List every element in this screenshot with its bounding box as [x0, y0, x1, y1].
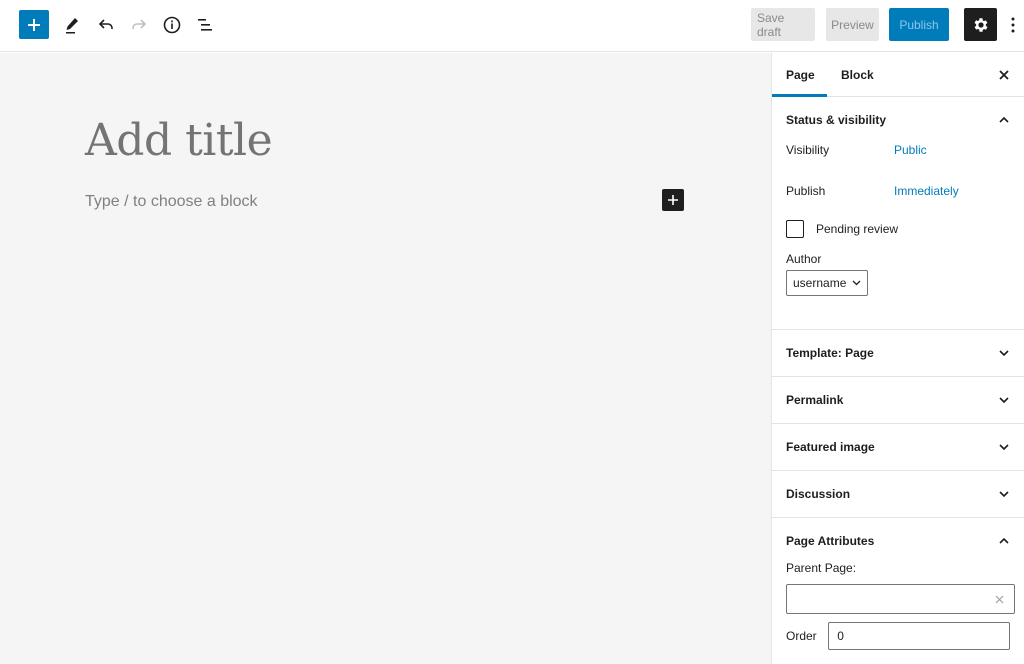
more-vertical-icon [1011, 17, 1015, 33]
redo-button[interactable] [124, 10, 154, 40]
close-sidebar-button[interactable] [994, 65, 1014, 85]
tab-page[interactable]: Page [772, 53, 827, 97]
panel-title: Status & visibility [786, 113, 887, 127]
order-value: 0 [837, 629, 844, 643]
add-block-button[interactable] [19, 10, 49, 39]
panel-discussion: Discussion [772, 471, 1024, 518]
panel-title: Permalink [786, 393, 844, 407]
tab-block[interactable]: Block [827, 53, 888, 97]
panel-featured-image: Featured image [772, 424, 1024, 471]
chevron-down-icon [999, 350, 1009, 357]
pending-review-label: Pending review [816, 222, 899, 236]
settings-sidebar: Page Block Status & visibility Visibilit… [771, 53, 1024, 664]
editor-canvas: Add title Type / to choose a block [0, 53, 771, 664]
pending-review-checkbox[interactable] [786, 220, 804, 238]
panel-title: Template: Page [786, 346, 874, 360]
inline-add-block-button[interactable] [662, 189, 684, 211]
details-button[interactable] [157, 10, 187, 40]
panel-page-attributes: Page Attributes Parent Page: Order 0 [772, 518, 1024, 650]
publish-button[interactable]: Publish [889, 8, 949, 41]
panel-toggle[interactable]: Page Attributes [772, 518, 1024, 564]
order-row: Order 0 [772, 622, 1024, 650]
publish-date-toggle[interactable]: Immediately [894, 184, 959, 198]
chevron-down-icon [999, 491, 1009, 498]
info-icon [163, 16, 181, 34]
chevron-up-icon [999, 116, 1009, 123]
panel-title: Featured image [786, 440, 875, 454]
author-label: Author [786, 252, 822, 266]
preview-button[interactable]: Preview [826, 8, 879, 41]
panel-status-visibility: Status & visibility Visibility Public Pu… [772, 97, 1024, 330]
publish-row: Publish Immediately [772, 181, 1024, 201]
panel-title: Page Attributes [786, 534, 875, 548]
order-label: Order [786, 629, 817, 643]
visibility-label: Visibility [786, 143, 830, 157]
list-view-button[interactable] [190, 10, 220, 40]
parent-page-field-wrap [772, 584, 1024, 614]
block-placeholder[interactable]: Type / to choose a block [85, 193, 258, 211]
chevron-down-icon [999, 444, 1009, 451]
redo-icon [132, 19, 147, 29]
author-select[interactable]: username [786, 270, 869, 296]
undo-button[interactable] [91, 10, 121, 40]
plus-icon [668, 195, 678, 205]
order-input[interactable]: 0 [828, 622, 1010, 650]
visibility-row: Visibility Public [772, 140, 1024, 160]
chevron-down-icon [999, 397, 1009, 404]
panel-template: Template: Page [772, 330, 1024, 377]
parent-page-label: Parent Page: [786, 561, 857, 575]
author-value: username [793, 276, 847, 290]
options-button[interactable] [1004, 10, 1022, 40]
pencil-icon [66, 18, 78, 34]
panel-toggle[interactable]: Status & visibility [772, 97, 1024, 143]
close-icon [999, 70, 1009, 80]
panel-toggle[interactable]: Template: Page [772, 330, 1024, 376]
chevron-up-icon [999, 537, 1009, 544]
panel-toggle[interactable]: Permalink [772, 377, 1024, 423]
tools-button[interactable] [57, 10, 87, 40]
gear-icon [974, 17, 987, 32]
visibility-toggle[interactable]: Public [894, 143, 927, 157]
parent-page-combobox[interactable] [786, 584, 1015, 614]
chevron-down-icon [852, 280, 861, 286]
panel-title: Discussion [786, 487, 851, 501]
save-draft-button[interactable]: Save draft [751, 8, 815, 41]
sidebar-tabs: Page Block [772, 53, 1024, 97]
plus-icon [28, 18, 40, 31]
panel-toggle[interactable]: Discussion [772, 471, 1024, 517]
clear-icon[interactable] [995, 595, 1004, 604]
author-label-row: Author [772, 252, 1024, 266]
post-title-input[interactable]: Add title [85, 115, 273, 166]
panel-toggle[interactable]: Featured image [772, 424, 1024, 470]
undo-icon [98, 19, 113, 29]
author-select-row: username [772, 270, 1024, 296]
editor-toolbar: Save draft Preview Publish [0, 0, 1024, 52]
panel-permalink: Permalink [772, 377, 1024, 424]
settings-button[interactable] [964, 8, 997, 41]
publish-label: Publish [786, 184, 826, 198]
parent-page-label-row: Parent Page: [772, 561, 1024, 575]
pending-review-row: Pending review [772, 220, 1024, 238]
list-view-icon [198, 19, 212, 31]
